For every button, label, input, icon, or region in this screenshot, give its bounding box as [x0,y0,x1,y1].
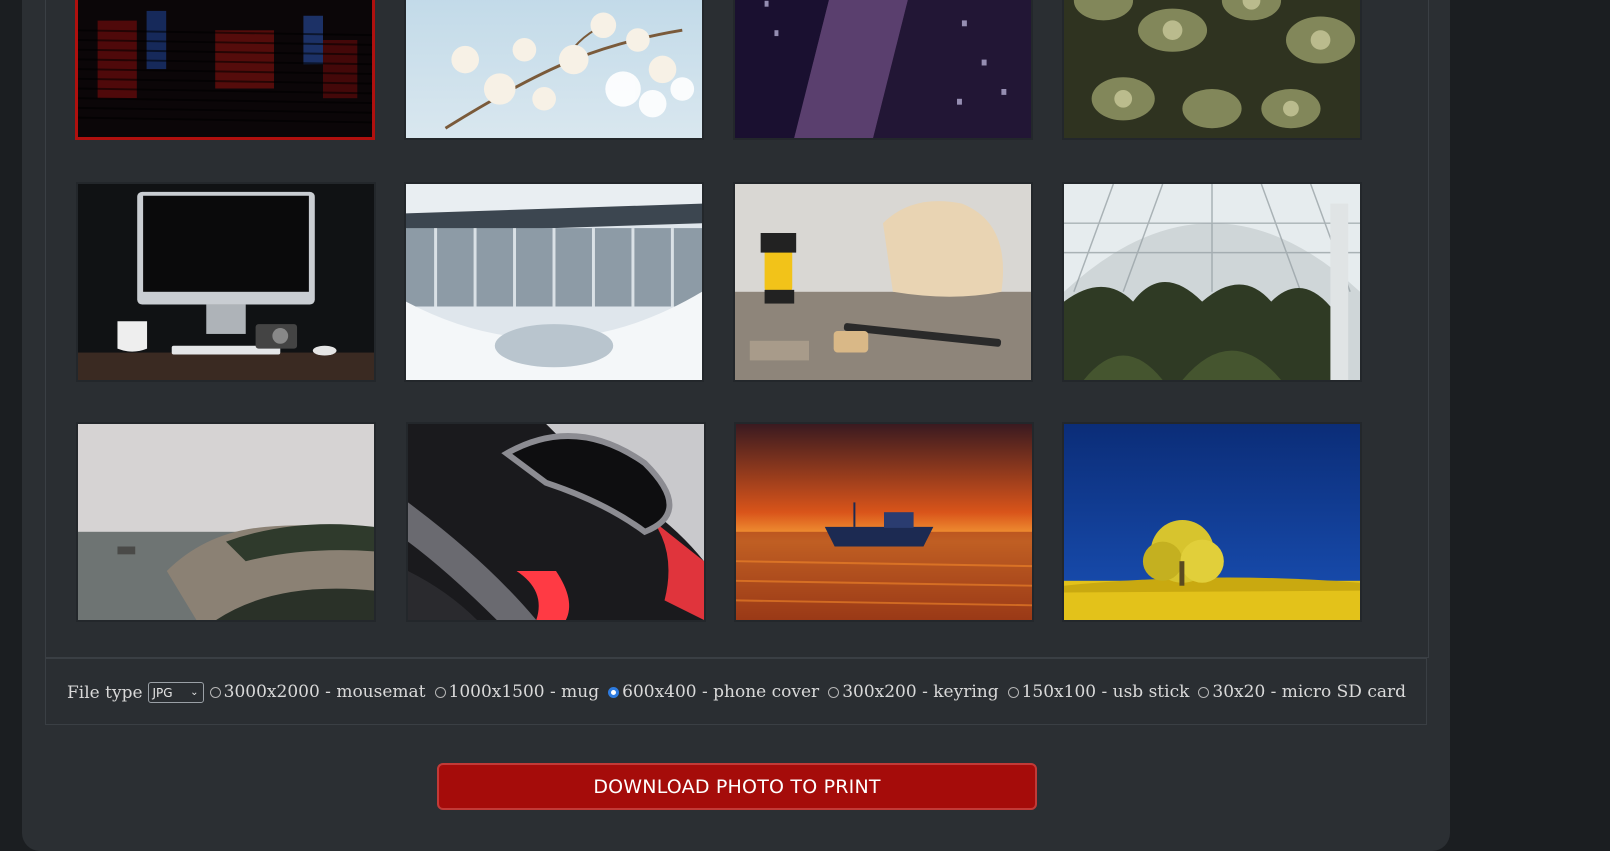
photo-thumb-woodworking-tools[interactable] [733,182,1033,382]
photo-thumb-abstract-red-chrome[interactable] [406,422,706,622]
photo-thumb-sunset-boat[interactable] [734,422,1034,622]
photo-thumb-white-blossoms[interactable] [404,0,704,140]
photo-thumb-purple-skyscrapers[interactable] [733,0,1033,140]
size-option-keyring[interactable]: 300x200 - keyring [828,682,999,702]
photo-thumb-yellow-tree[interactable] [1062,422,1362,622]
size-option-micro-sd-card[interactable]: 30x20 - micro SD card [1198,682,1406,702]
size-option-usb-stick[interactable]: 150x100 - usb stick [1007,682,1190,702]
radio-button-checked[interactable] [608,686,620,698]
file-type-value: JPG [152,685,173,700]
size-option-label: 150x100 - usb stick [1021,682,1190,702]
radio-button[interactable] [434,686,446,698]
print-size-radio-group: 3000x2000 - mousemat 1000x1500 - mug 600… [209,682,1406,702]
chevron-down-icon: ⌄ [190,687,199,698]
size-option-label: 1000x1500 - mug [448,682,600,702]
photo-gallery [45,0,1429,658]
size-option-mug[interactable]: 1000x1500 - mug [434,682,600,702]
file-type-label: File type [67,682,143,703]
file-type-select[interactable]: JPG ⌄ [147,682,204,703]
print-options-bar: File type JPG ⌄ 3000x2000 - mousemat 100… [45,658,1427,725]
radio-button[interactable] [828,686,840,698]
file-type-group: File type JPG ⌄ [67,682,204,703]
photo-thumb-foggy-coastline[interactable] [76,422,376,622]
size-option-label: 30x20 - micro SD card [1212,682,1406,702]
photo-thumb-greenhouse-interior[interactable] [1062,182,1362,382]
radio-button[interactable] [1198,686,1210,698]
photo-thumb-desktop-computer[interactable] [76,182,376,382]
size-option-label: 300x200 - keyring [842,682,999,702]
radio-button[interactable] [1007,686,1019,698]
photo-thumb-green-succulents[interactable] [1062,0,1362,140]
size-option-phone-cover[interactable]: 600x400 - phone cover [608,682,819,702]
size-option-label: 600x400 - phone cover [622,682,820,702]
photo-thumb-frozen-waterfall[interactable] [404,182,704,382]
radio-button[interactable] [209,686,221,698]
size-option-label: 3000x2000 - mousemat [223,682,426,702]
size-option-mousemat[interactable]: 3000x2000 - mousemat [209,682,426,702]
photo-thumb-red-neon-blinds[interactable] [75,0,375,140]
download-photo-button[interactable]: DOWNLOAD PHOTO TO PRINT [437,763,1037,810]
